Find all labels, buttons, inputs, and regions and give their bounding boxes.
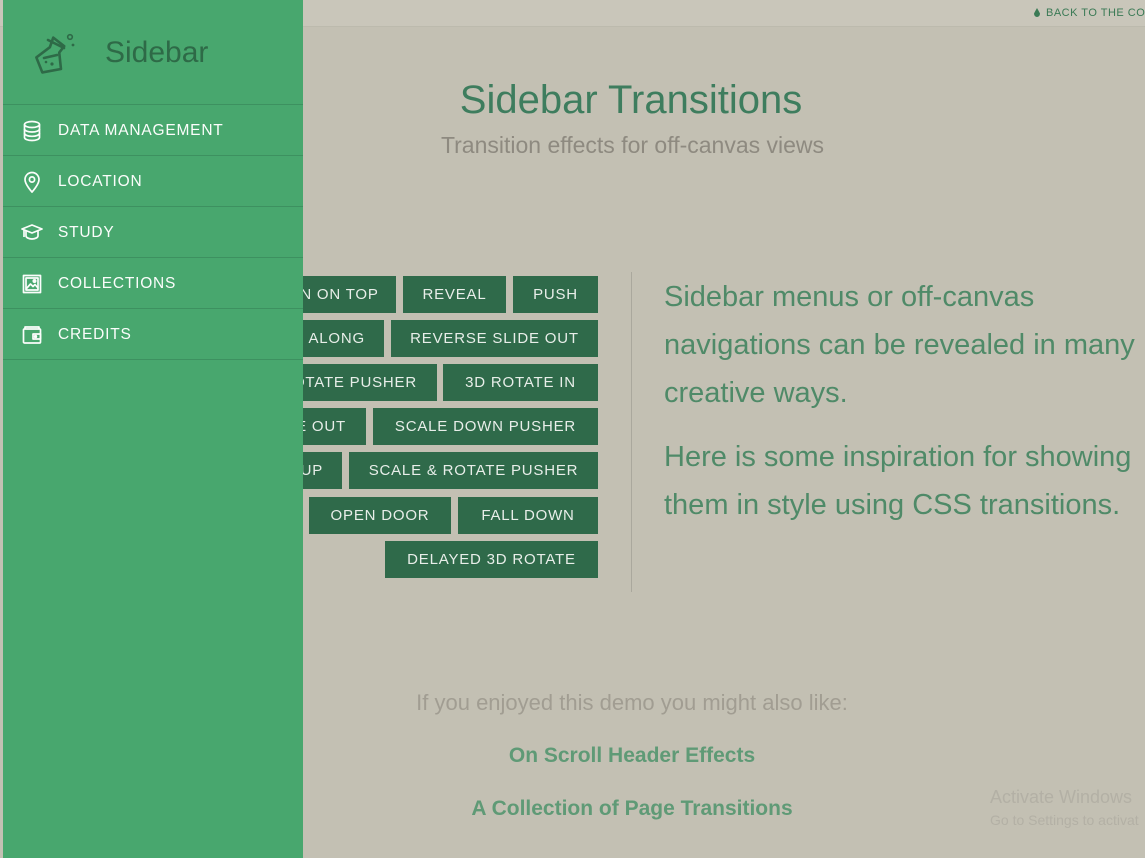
effect-button-open-door[interactable]: OPEN DOOR — [309, 497, 451, 534]
sidebar-item-label: STUDY — [58, 224, 115, 241]
windows-activation-watermark: Activate Windows — [990, 787, 1133, 807]
effect-button-rotate-pusher[interactable]: OTATE PUSHER — [283, 364, 437, 401]
effect-button-fall-down[interactable]: FALL DOWN — [458, 497, 598, 534]
sidebar-item-label: COLLECTIONS — [58, 275, 177, 292]
wallet-icon — [22, 326, 42, 344]
image-collection-icon — [22, 274, 42, 294]
sidebar-item-label: LOCATION — [58, 173, 143, 190]
sidebar-item-location[interactable]: LOCATION — [3, 156, 303, 207]
effect-button-reveal[interactable]: REVEAL — [403, 276, 506, 313]
sidebar-item-credits[interactable]: CREDITS — [3, 309, 303, 360]
back-to-codrops-link[interactable]: BACK TO THE CO — [1034, 7, 1145, 19]
effect-button-3d-rotate-in[interactable]: 3D ROTATE IN — [443, 364, 598, 401]
sidebar-brand-title: Sidebar — [105, 36, 209, 69]
effect-button-push[interactable]: PUSH — [513, 276, 598, 313]
back-link-label: BACK TO THE CO — [1046, 7, 1145, 19]
sidebar-menu: DATA MANAGEMENT LOCATION STUDY COLLECTIO… — [3, 105, 303, 360]
sidebar-item-label: DATA MANAGEMENT — [58, 122, 224, 139]
effect-button-reverse-slide-out[interactable]: REVERSE SLIDE OUT — [391, 320, 598, 357]
drop-icon — [1034, 8, 1040, 17]
database-icon — [23, 120, 41, 142]
sidebar-brand: Sidebar — [3, 0, 303, 105]
vertical-divider — [631, 272, 632, 592]
flask-icon — [35, 33, 75, 74]
effect-button-scale-rotate-pusher[interactable]: SCALE & ROTATE PUSHER — [349, 452, 598, 489]
graduation-cap-icon — [21, 224, 43, 240]
intro-paragraph: Sidebar menus or off-canvas navigations … — [664, 281, 1135, 409]
windows-activation-hint: Go to Settings to activat — [990, 812, 1139, 828]
sidebar-item-collections[interactable]: COLLECTIONS — [3, 258, 303, 309]
sidebar-item-label: CREDITS — [58, 326, 132, 343]
map-pin-icon — [24, 171, 40, 193]
sidebar-item-study[interactable]: STUDY — [3, 207, 303, 258]
sidebar-item-data-management[interactable]: DATA MANAGEMENT — [3, 105, 303, 156]
effect-button-delayed-3d-rotate[interactable]: DELAYED 3D ROTATE — [385, 541, 598, 578]
sidebar: Sidebar DATA MANAGEMENT LOCATION STUDY C… — [3, 0, 303, 858]
effect-button-scale-down-pusher[interactable]: SCALE DOWN PUSHER — [373, 408, 598, 445]
inspiration-paragraph: Here is some inspiration for showing the… — [664, 441, 1132, 521]
